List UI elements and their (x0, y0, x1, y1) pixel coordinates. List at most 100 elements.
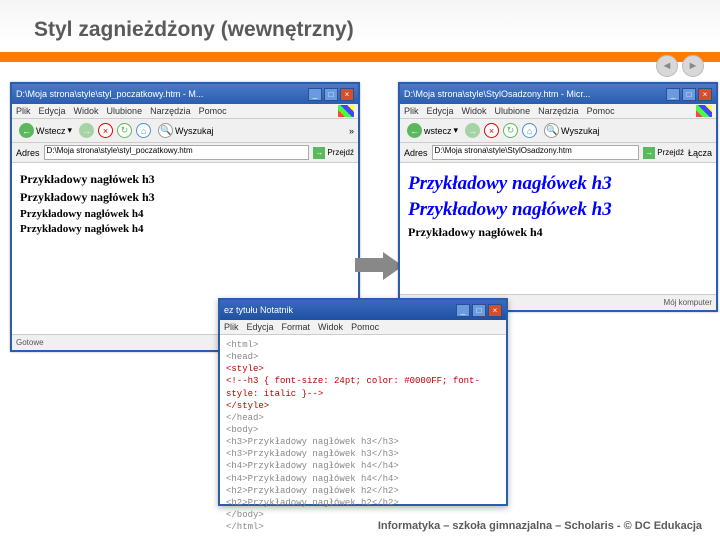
next-button[interactable]: ► (682, 55, 704, 77)
address-bar: Adres D:\Moja strona\style\StylOsadzony.… (400, 143, 716, 163)
back-icon: ← (407, 123, 422, 138)
back-icon: ← (19, 123, 34, 138)
heading-h3: Przykładowy nagłówek h3 (20, 190, 350, 205)
home-icon[interactable]: ⌂ (136, 123, 151, 138)
go-icon: → (643, 147, 655, 159)
go-button[interactable]: →Przejdź (643, 147, 684, 159)
minimize-button[interactable]: _ (308, 88, 322, 101)
go-button[interactable]: →Przejdź (313, 147, 354, 159)
slide: Styl zagnieżdżony (wewnętrzny) ◄ ► D:\Mo… (0, 0, 720, 540)
menu-item[interactable]: Plik (16, 106, 31, 116)
status-zone: Mój komputer (664, 298, 712, 307)
menu-item[interactable]: Edycja (427, 106, 454, 116)
search-icon: 🔍 (158, 123, 173, 138)
maximize-button[interactable]: □ (472, 304, 486, 317)
minimize-button[interactable]: _ (666, 88, 680, 101)
close-button[interactable]: × (340, 88, 354, 101)
notepad-window: ez tytułu Notatnik _ □ × Plik Edycja For… (218, 298, 508, 506)
accent-bar (0, 52, 720, 62)
search-button[interactable]: 🔍Wyszukaj (541, 122, 602, 139)
stop-icon[interactable]: × (484, 123, 499, 138)
go-icon: → (313, 147, 325, 159)
heading-h3: Przykładowy nagłówek h3 (20, 172, 350, 187)
title-area: Styl zagnieżdżony (wewnętrzny) (0, 0, 720, 42)
toolbar: ←wstecz ▾ → × ↻ ⌂ 🔍Wyszukaj (400, 119, 716, 143)
heading-h3-styled: Przykładowy nagłówek h3 (408, 173, 708, 195)
links-label[interactable]: Łącza (688, 148, 712, 158)
heading-h4: Przykładowy nagłówek h4 (20, 223, 350, 235)
window-buttons: _ □ × (308, 88, 354, 101)
window-title: D:\Moja strona\style\styl_poczatkowy.htm… (16, 89, 203, 99)
code-line: <head> (226, 351, 500, 363)
windows-flag-icon (696, 105, 712, 117)
menu-item[interactable]: Plik (404, 106, 419, 116)
menu-item[interactable]: Ulubione (107, 106, 143, 116)
back-button[interactable]: ←wstecz ▾ (404, 122, 461, 139)
back-button[interactable]: ←Wstecz ▾ (16, 122, 75, 139)
toolbar: ←Wstecz ▾ → × ↻ ⌂ 🔍Wyszukaj » (12, 119, 358, 143)
windows-flag-icon (338, 105, 354, 117)
home-icon[interactable]: ⌂ (522, 123, 537, 138)
menu-item[interactable]: Pomoc (199, 106, 227, 116)
refresh-icon[interactable]: ↻ (117, 123, 132, 138)
close-button[interactable]: × (698, 88, 712, 101)
address-bar: Adres D:\Moja strona\style\styl_poczatko… (12, 143, 358, 163)
titlebar: D:\Moja strona\style\styl_poczatkowy.htm… (12, 84, 358, 104)
code-line: <body> (226, 424, 500, 436)
page-content: Przykładowy nagłówek h3 Przykładowy nagł… (12, 163, 358, 244)
addr-label: Adres (404, 148, 428, 158)
addr-label: Adres (16, 148, 40, 158)
menu-item[interactable]: Pomoc (587, 106, 615, 116)
prev-button[interactable]: ◄ (656, 55, 678, 77)
code-area[interactable]: <html> <head> <style> <!--h3 { font-size… (220, 335, 506, 537)
search-icon: 🔍 (544, 123, 559, 138)
menubar: Plik Edycja Widok Ulubione Narzędzia Pom… (400, 104, 716, 119)
slide-title: Styl zagnieżdżony (wewnętrzny) (34, 18, 720, 42)
window-title: ez tytułu Notatnik (224, 305, 293, 315)
menu-item[interactable]: Widok (318, 322, 343, 332)
heading-h3-styled: Przykładowy nagłówek h3 (408, 199, 708, 221)
menu-item[interactable]: Pomoc (351, 322, 379, 332)
forward-icon[interactable]: → (79, 123, 94, 138)
content: D:\Moja strona\style\styl_poczatkowy.htm… (10, 82, 710, 510)
maximize-button[interactable]: □ (682, 88, 696, 101)
address-input[interactable]: D:\Moja strona\style\styl_poczatkowy.htm (44, 145, 310, 160)
menu-item[interactable]: Plik (224, 322, 239, 332)
footer: Informatyka – szkoła gimnazjalna – Schol… (378, 520, 702, 532)
code-line: <h4>Przykładowy nagłówek h4</h4> (226, 473, 500, 485)
titlebar: ez tytułu Notatnik _ □ × (220, 300, 506, 320)
maximize-button[interactable]: □ (324, 88, 338, 101)
code-line: </style> (226, 400, 500, 412)
address-input[interactable]: D:\Moja strona\style\StylOsadzony.htm (432, 145, 640, 160)
menu-item[interactable]: Narzędzia (150, 106, 191, 116)
window-buttons: _ □ × (456, 304, 502, 317)
menubar: Plik Edycja Format Widok Pomoc (220, 320, 506, 335)
code-line: <!--h3 { font-size: 24pt; color: #0000FF… (226, 375, 500, 399)
menu-item[interactable]: Narzędzia (538, 106, 579, 116)
code-line: <h3>Przykładowy nagłówek h3</h3> (226, 448, 500, 460)
status-text: Gotowe (16, 338, 44, 347)
page-content: Przykładowy nagłówek h3 Przykładowy nagł… (400, 163, 716, 249)
minimize-button[interactable]: _ (456, 304, 470, 317)
stop-icon[interactable]: × (98, 123, 113, 138)
refresh-icon[interactable]: ↻ (503, 123, 518, 138)
close-button[interactable]: × (488, 304, 502, 317)
menu-item[interactable]: Widok (74, 106, 99, 116)
menu-item[interactable]: Widok (462, 106, 487, 116)
search-button[interactable]: 🔍Wyszukaj (155, 122, 216, 139)
forward-icon[interactable]: → (465, 123, 480, 138)
menubar: Plik Edycja Widok Ulubione Narzędzia Pom… (12, 104, 358, 119)
chevron-icon[interactable]: » (349, 126, 354, 136)
browser-right: D:\Moja strona\style\StylOsadzony.htm - … (398, 82, 718, 312)
menu-item[interactable]: Format (282, 322, 311, 332)
code-line: <h4>Przykładowy nagłówek h4</h4> (226, 460, 500, 472)
nav-buttons: ◄ ► (656, 55, 704, 77)
code-line: <html> (226, 339, 500, 351)
menu-item[interactable]: Edycja (247, 322, 274, 332)
menu-item[interactable]: Edycja (39, 106, 66, 116)
code-line: </head> (226, 412, 500, 424)
code-line: <style> (226, 363, 500, 375)
code-line: <h2>Przykładowy nagłówek h2</h2> (226, 485, 500, 497)
menu-item[interactable]: Ulubione (495, 106, 531, 116)
code-line: <h2>Przykładowy nagłówek h2</h2> (226, 497, 500, 509)
